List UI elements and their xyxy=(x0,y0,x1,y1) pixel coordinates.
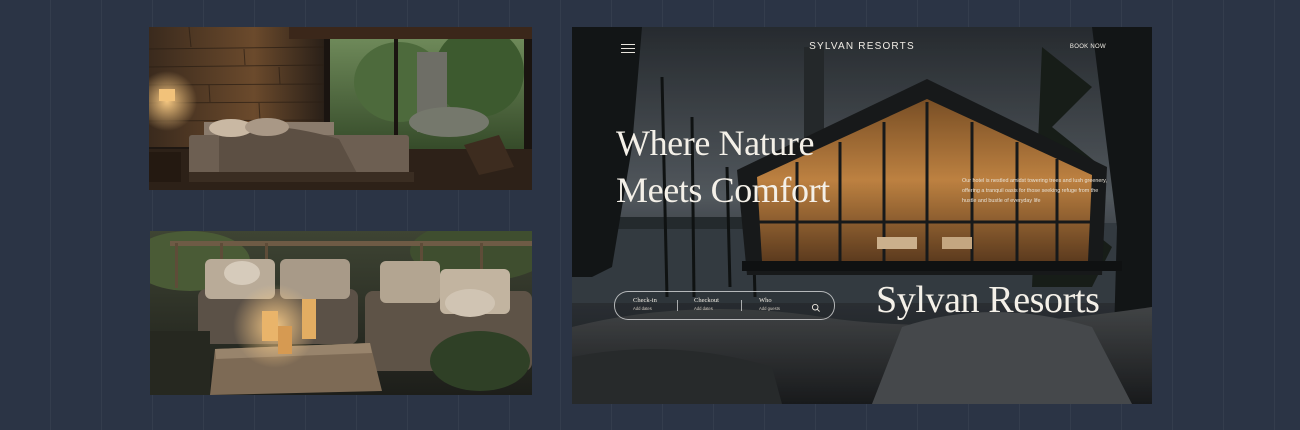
booking-search-bar: Check-in Add dates Checkout Add dates Wh… xyxy=(614,291,835,320)
divider xyxy=(741,300,742,311)
checkout-field[interactable]: Checkout Add dates xyxy=(694,296,719,313)
checkout-label: Checkout xyxy=(694,297,719,304)
checkout-placeholder: Add dates xyxy=(694,306,713,311)
checkin-placeholder: Add dates xyxy=(633,306,652,311)
headline-line-2: Meets Comfort xyxy=(616,170,830,210)
checkin-label: Check-in xyxy=(633,297,657,304)
hero-headline: Where Nature Meets Comfort xyxy=(616,120,830,214)
nav-brand[interactable]: SYLVAN RESORTS xyxy=(572,41,1152,52)
hero-description: Our hotel is nestled amidst towering tre… xyxy=(962,178,1107,204)
patio-image xyxy=(150,231,532,395)
search-icon[interactable] xyxy=(811,300,821,312)
headline-line-1: Where Nature xyxy=(616,123,815,163)
bedroom-image xyxy=(149,27,532,190)
who-placeholder: Add guests xyxy=(759,306,780,311)
hero-banner: SYLVAN RESORTS BOOK NOW Where Nature Meet… xyxy=(572,27,1152,404)
who-label: Who xyxy=(759,297,772,304)
book-now-link[interactable]: BOOK NOW xyxy=(1070,44,1106,50)
guests-field[interactable]: Who Add guests xyxy=(759,296,780,313)
checkin-field[interactable]: Check-in Add dates xyxy=(633,296,657,313)
brand-wordmark: Sylvan Resorts xyxy=(876,279,1100,321)
divider xyxy=(677,300,678,311)
hero-background-image xyxy=(572,27,1152,404)
